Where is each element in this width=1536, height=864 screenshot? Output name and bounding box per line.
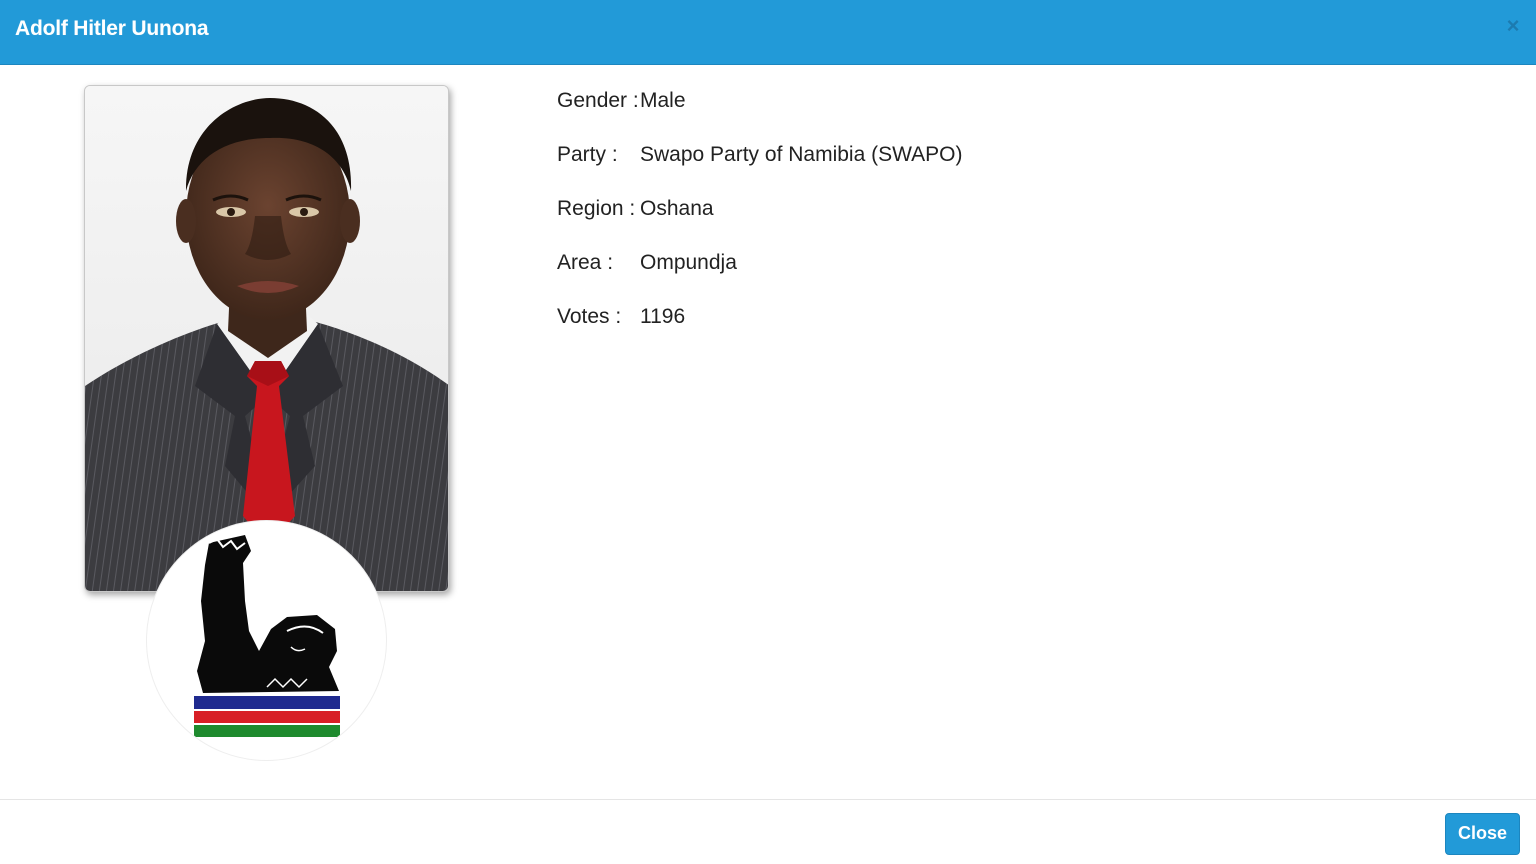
detail-row-votes: Votes : 1196 (557, 305, 1257, 359)
detail-value: Ompundja (640, 251, 737, 274)
detail-value: 1196 (640, 305, 686, 328)
detail-value: Swapo Party of Namibia (SWAPO) (640, 143, 963, 166)
detail-label: Votes : (557, 305, 622, 328)
detail-label: Area : (557, 251, 614, 274)
detail-row-area: Area : Ompundja (557, 251, 1257, 305)
detail-label: Region : (557, 197, 636, 220)
detail-value: Oshana (640, 197, 714, 220)
close-icon[interactable]: × (1504, 14, 1522, 38)
raised-fist-logo-icon (197, 535, 339, 693)
detail-value: Male (640, 89, 686, 112)
detail-row-gender: Gender : Male (557, 89, 1257, 143)
candidate-photo (84, 85, 449, 592)
detail-row-region: Region : Oshana (557, 197, 1257, 251)
detail-row-party: Party : Swapo Party of Namibia (SWAPO) (557, 143, 1257, 197)
candidate-details: Gender : Male Party : Swapo Party of Nam… (557, 89, 1257, 359)
close-button[interactable]: Close (1445, 813, 1520, 855)
party-logo (146, 520, 387, 761)
detail-label: Gender : (557, 89, 639, 112)
modal-body: Gender : Male Party : Swapo Party of Nam… (0, 65, 1536, 800)
detail-label: Party : (557, 143, 618, 166)
modal-header: Adolf Hitler Uunona × (0, 0, 1536, 65)
candidate-modal: Adolf Hitler Uunona × Gender: Male Part… (0, 0, 1536, 864)
modal-title: Adolf Hitler Uunona (15, 17, 209, 40)
modal-footer: Close (0, 799, 1536, 864)
